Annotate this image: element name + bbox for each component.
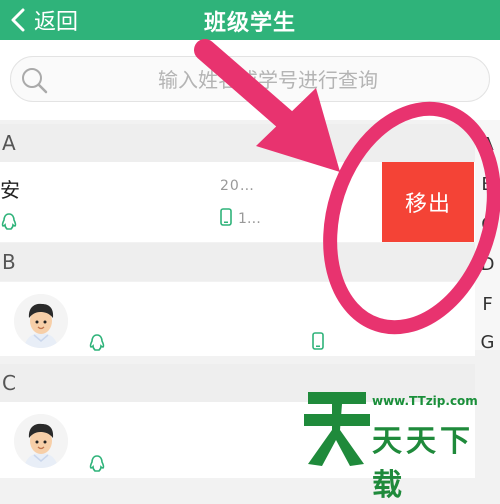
student-id: 20… — [220, 178, 255, 194]
section-letter: A — [2, 131, 16, 155]
header-bar: 返回 班级学生 — [0, 0, 500, 40]
search-area — [0, 40, 500, 120]
student-phone[interactable]: 1… — [220, 208, 261, 230]
index-letter-c[interactable]: C — [475, 214, 500, 235]
student-name: 安 — [0, 178, 20, 202]
watermark-url: www.TTzip.com — [372, 394, 478, 408]
student-row[interactable] — [0, 282, 475, 356]
section-letter: B — [2, 250, 16, 274]
index-letter-f[interactable]: F — [475, 294, 500, 315]
index-letter-a[interactable]: A — [475, 134, 500, 155]
search-icon — [20, 66, 48, 98]
section-header-a: A — [0, 124, 475, 162]
phone-icon — [220, 208, 232, 230]
avatar — [14, 294, 68, 348]
page-title: 班级学生 — [203, 11, 296, 36]
alphabet-index-bar: A B C D F G — [475, 120, 500, 353]
index-letter-d[interactable]: D — [475, 254, 500, 275]
phone-number: 1… — [238, 211, 261, 227]
watermark-logo-icon — [304, 392, 370, 466]
qq-icon[interactable] — [0, 212, 18, 236]
phone-icon[interactable] — [312, 332, 324, 354]
watermark-name: 天天下载 — [372, 424, 474, 503]
qq-icon[interactable] — [88, 333, 106, 357]
search-box[interactable] — [10, 56, 490, 102]
avatar — [14, 414, 68, 468]
qq-icon[interactable] — [88, 454, 106, 478]
index-letter-g[interactable]: G — [475, 332, 500, 353]
section-letter: C — [2, 371, 16, 395]
search-input[interactable] — [71, 63, 465, 97]
index-letter-b[interactable]: B — [475, 174, 500, 195]
section-header-b: B — [0, 243, 475, 281]
remove-button[interactable]: 移出 — [382, 162, 474, 242]
